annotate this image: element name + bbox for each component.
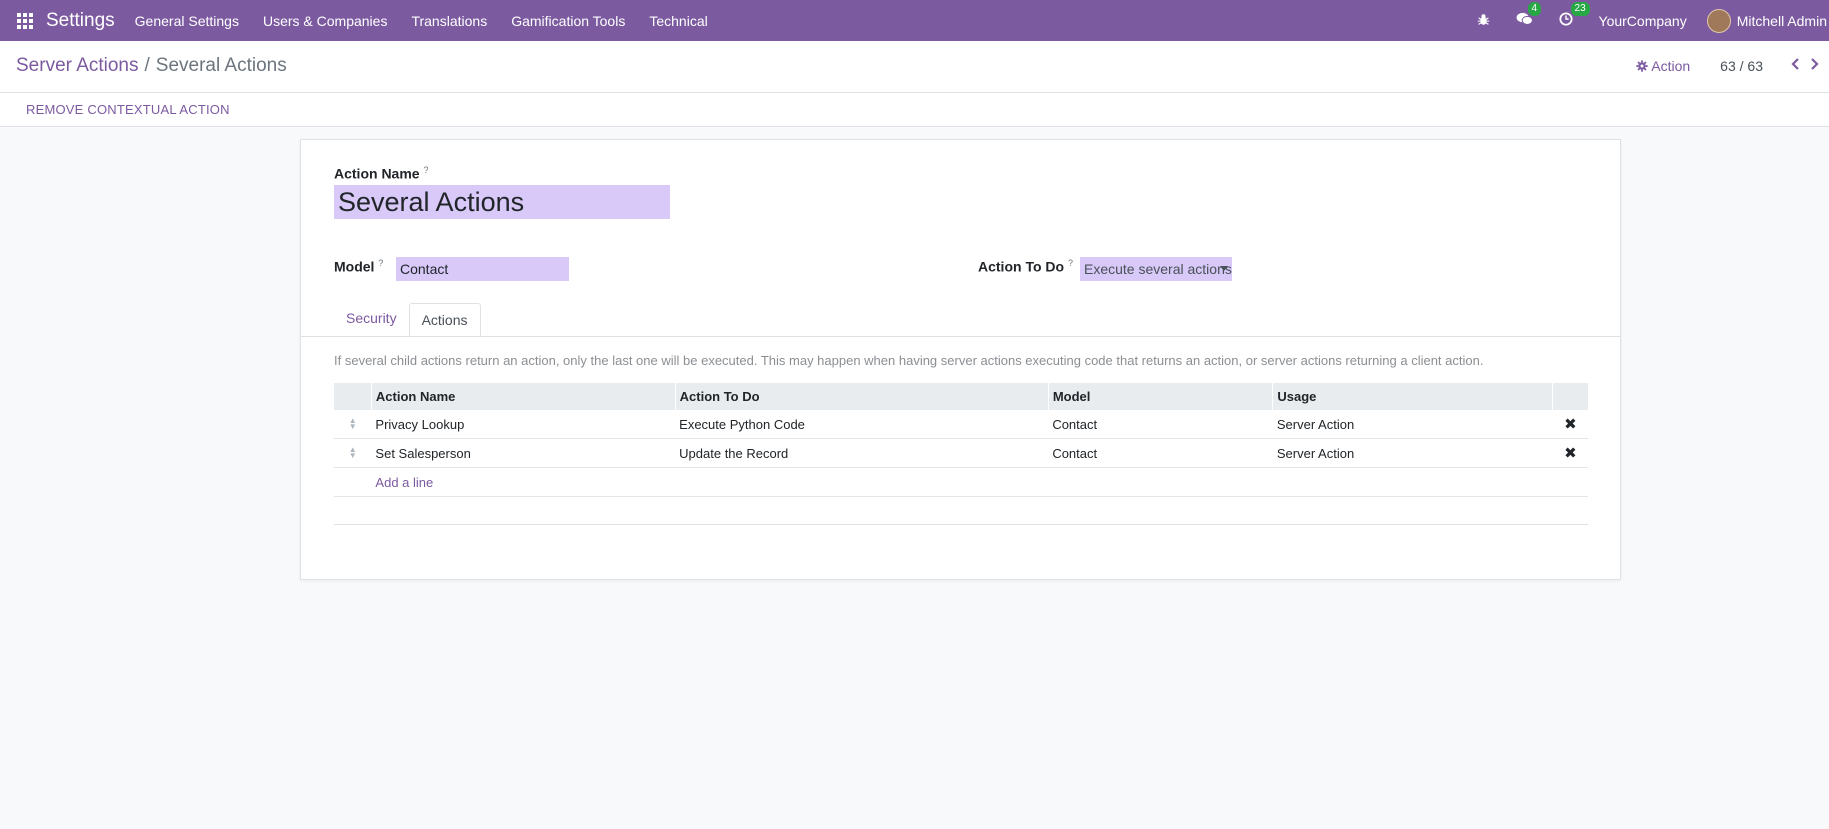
- help-tooltip-icon[interactable]: ?: [378, 258, 383, 268]
- breadcrumb-current: Several Actions: [155, 55, 287, 76]
- messages-badge: 4: [1527, 2, 1542, 16]
- app-name[interactable]: Settings: [46, 10, 115, 32]
- action-to-do-label: Action To Do ?: [978, 258, 1073, 275]
- action-name-label: Action Name ?: [334, 165, 429, 182]
- menu-users-companies[interactable]: Users & Companies: [263, 13, 388, 29]
- pager-previous-icon[interactable]: [1791, 57, 1800, 74]
- handle-column-header: [334, 383, 372, 410]
- table-row[interactable]: ▲ ▼ Set Salesperson Update the Record Con…: [334, 438, 1588, 468]
- table-bottom-border: [334, 524, 1588, 525]
- delete-row-icon[interactable]: ✖: [1552, 410, 1588, 439]
- action-to-do-value: Execute several actions: [1084, 261, 1232, 277]
- column-model[interactable]: Model: [1047, 383, 1273, 410]
- help-tooltip-icon[interactable]: ?: [423, 165, 428, 175]
- delete-column-header: [1552, 383, 1588, 410]
- help-tooltip-icon[interactable]: ?: [1068, 258, 1073, 268]
- action-name-input[interactable]: Several Actions: [334, 185, 670, 219]
- activities-clock-icon[interactable]: 23: [1558, 2, 1590, 29]
- caret-down-icon: [1220, 266, 1228, 271]
- form-sheet: Action Name ? Several Actions Model ? Co…: [300, 139, 1621, 580]
- child-actions-table: Action Name Action To Do Model Usage ▲ ▼ …: [334, 383, 1588, 525]
- action-menu-button[interactable]: Action: [1636, 58, 1690, 74]
- action-to-do-select[interactable]: Execute several actions: [1080, 257, 1232, 281]
- row-action-to-do[interactable]: Execute Python Code: [675, 410, 1049, 439]
- row-model[interactable]: Contact: [1048, 438, 1273, 468]
- empty-row: [334, 497, 1588, 526]
- pager-value[interactable]: 63 / 63: [1720, 58, 1763, 74]
- apps-grid-icon[interactable]: [17, 12, 33, 29]
- user-menu[interactable]: Mitchell Admin: [1737, 13, 1827, 29]
- company-switcher[interactable]: YourCompany: [1599, 13, 1687, 29]
- user-avatar[interactable]: [1706, 8, 1731, 33]
- menu-gamification-tools[interactable]: Gamification Tools: [511, 13, 625, 29]
- column-action-name[interactable]: Action Name: [370, 383, 676, 410]
- row-action-name[interactable]: Set Salesperson: [371, 438, 676, 468]
- top-navbar: Settings General Settings Users & Compan…: [0, 0, 1829, 41]
- breadcrumb-parent[interactable]: Server Actions: [16, 55, 139, 76]
- action-menu-label: Action: [1651, 57, 1691, 74]
- menu-translations[interactable]: Translations: [411, 13, 487, 29]
- tab-security[interactable]: Security: [334, 302, 409, 334]
- messages-chat-icon[interactable]: 4: [1516, 2, 1542, 29]
- notebook-tabs: Security Actions: [334, 302, 481, 337]
- main-menu: General Settings Users & Companies Trans…: [135, 13, 732, 29]
- breadcrumb: Server Actions / Several Actions: [16, 55, 287, 77]
- delete-row-icon[interactable]: ✖: [1552, 438, 1588, 468]
- control-panel: Server Actions / Several Actions Action 63…: [0, 41, 1829, 127]
- drag-handle-icon[interactable]: ▲ ▼: [334, 438, 372, 468]
- control-panel-divider: [0, 92, 1829, 93]
- control-panel-right: Action 63 / 63: [1636, 57, 1819, 74]
- model-field[interactable]: Contact: [396, 257, 569, 281]
- column-usage[interactable]: Usage: [1272, 383, 1553, 410]
- row-usage[interactable]: Server Action: [1272, 438, 1553, 468]
- add-line-row: Add a line: [334, 467, 1588, 497]
- menu-technical[interactable]: Technical: [649, 13, 707, 29]
- row-action-name[interactable]: Privacy Lookup: [371, 410, 676, 439]
- activities-badge: 23: [1570, 2, 1590, 16]
- column-action-to-do[interactable]: Action To Do: [674, 383, 1049, 410]
- debug-bug-icon[interactable]: [1477, 13, 1490, 29]
- tabs-divider: [301, 336, 1620, 337]
- navbar-systray: 4 23 YourCompany Mitchell Admin: [1477, 0, 1829, 41]
- breadcrumb-separator: /: [144, 55, 150, 76]
- tab-actions[interactable]: Actions: [408, 303, 481, 337]
- table-header-row: Action Name Action To Do Model Usage: [334, 383, 1588, 410]
- remove-contextual-action-button[interactable]: REMOVE CONTEXTUAL ACTION: [26, 102, 230, 117]
- table-row[interactable]: ▲ ▼ Privacy Lookup Execute Python Code Co…: [334, 410, 1588, 439]
- add-a-line-button[interactable]: Add a line: [375, 475, 433, 490]
- help-text: If several child actions return an actio…: [334, 353, 1484, 368]
- gear-icon: [1636, 59, 1648, 72]
- pager-next-icon[interactable]: [1810, 57, 1819, 74]
- row-action-to-do[interactable]: Update the Record: [675, 438, 1049, 468]
- drag-handle-icon[interactable]: ▲ ▼: [334, 410, 372, 439]
- model-label: Model ?: [334, 258, 384, 275]
- menu-general-settings[interactable]: General Settings: [135, 13, 239, 29]
- row-usage[interactable]: Server Action: [1272, 410, 1553, 439]
- row-model[interactable]: Contact: [1048, 410, 1273, 439]
